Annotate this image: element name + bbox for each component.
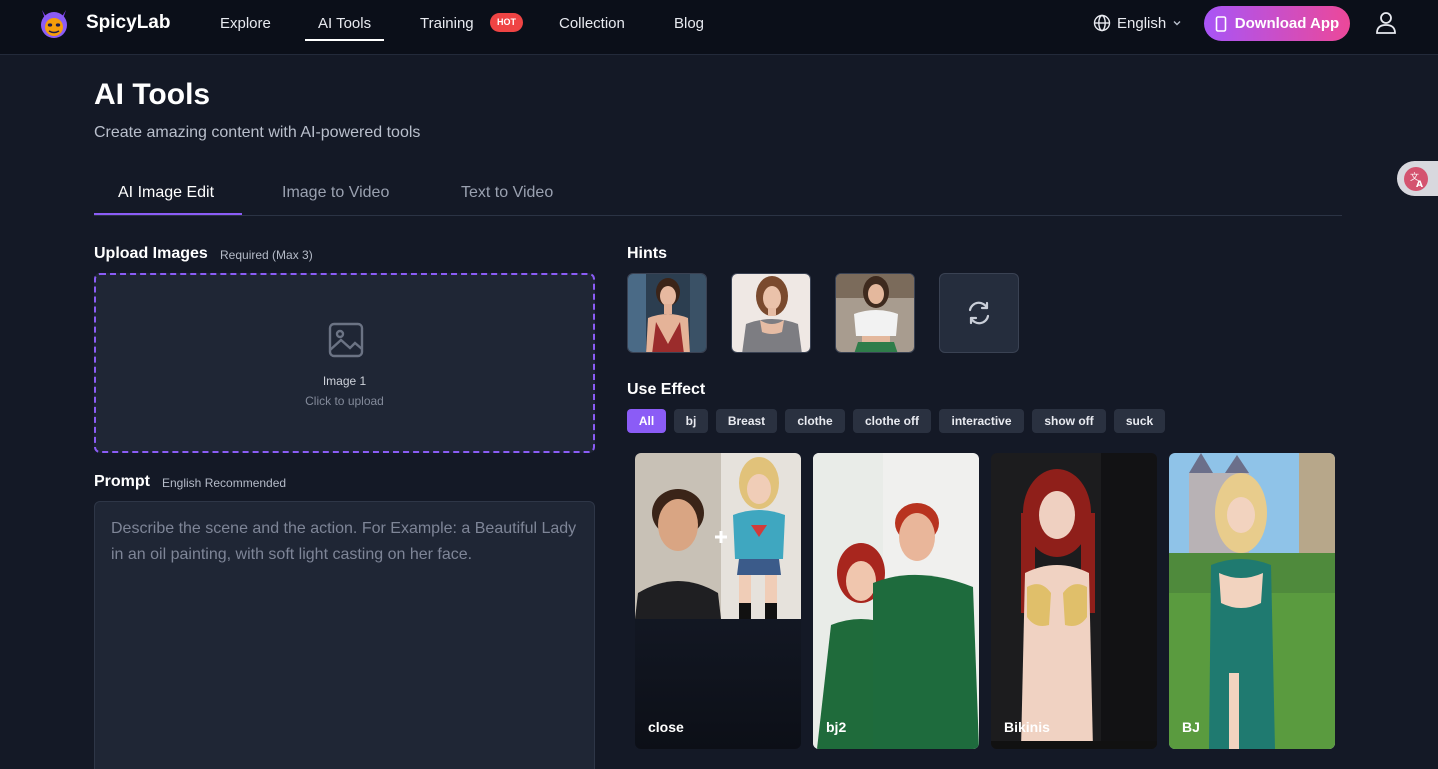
tabs-divider <box>94 215 1342 216</box>
tab-image-to-video[interactable]: Image to Video <box>282 184 389 202</box>
upload-slot-hint: Click to upload <box>305 394 384 408</box>
effect-card-bj[interactable]: BJ <box>1169 453 1335 749</box>
hint-image-1 <box>628 274 706 352</box>
filter-chip-suck[interactable]: suck <box>1114 409 1165 433</box>
translate-icon: 文 A <box>1404 166 1428 191</box>
refresh-hints-button[interactable] <box>939 273 1019 353</box>
download-app-label: Download App <box>1234 15 1340 32</box>
image-upload-dropzone[interactable]: Image 1 Click to upload <box>94 273 595 453</box>
nav-training[interactable]: Training <box>420 15 474 32</box>
effect-card-bj2[interactable]: bj2 <box>813 453 979 749</box>
devil-logo-icon[interactable] <box>37 6 71 40</box>
effect-card-bikinis-image <box>991 453 1157 749</box>
hot-badge: HOT <box>490 13 523 32</box>
nav-ai-tools[interactable]: AI Tools <box>318 15 371 32</box>
filter-chip-clothe[interactable]: clothe <box>785 409 845 433</box>
effect-card-bikinis[interactable]: Bikinis <box>991 453 1157 749</box>
effect-card-bj-image <box>1169 453 1335 749</box>
filter-chip-show-off[interactable]: show off <box>1032 409 1106 433</box>
effect-card-title: BJ <box>1182 719 1200 735</box>
effect-card-title: close <box>648 719 684 735</box>
tab-text-to-video[interactable]: Text to Video <box>461 184 553 202</box>
chevron-down-icon <box>1173 21 1181 26</box>
prompt-language-note: English Recommended <box>162 476 287 490</box>
effect-card-title: Bikinis <box>1004 719 1050 735</box>
prompt-section-title: Prompt <box>94 473 150 490</box>
hint-thumbnail-1[interactable] <box>627 273 707 353</box>
hint-thumbnail-2[interactable] <box>731 273 811 353</box>
page-title: AI Tools <box>94 78 211 111</box>
effects-section-title: Use Effect <box>627 381 706 398</box>
upload-required-note: Required (Max 3) <box>220 248 313 262</box>
nav-blog[interactable]: Blog <box>674 15 704 32</box>
hint-image-3 <box>836 274 914 352</box>
language-label: English <box>1117 14 1167 32</box>
effect-card-close-image <box>635 453 801 749</box>
phone-icon <box>1215 15 1227 32</box>
download-app-button[interactable]: Download App <box>1204 6 1350 41</box>
hints-section-title: Hints <box>627 245 667 262</box>
translate-floating-button[interactable]: 文 A <box>1397 161 1438 196</box>
hint-image-2 <box>732 274 810 352</box>
brand-name[interactable]: SpicyLab <box>86 12 170 34</box>
language-selector[interactable]: English <box>1093 13 1182 33</box>
nav-active-indicator <box>305 39 384 41</box>
tab-ai-image-edit[interactable]: AI Image Edit <box>118 184 214 202</box>
effect-card-bj2-image <box>813 453 979 749</box>
filter-chip-bj[interactable]: bj <box>674 409 708 433</box>
tab-active-indicator <box>94 213 242 215</box>
nav-explore[interactable]: Explore <box>220 15 271 32</box>
refresh-icon <box>968 301 990 325</box>
filter-chip-all[interactable]: All <box>627 409 666 433</box>
filter-chip-clothe-off[interactable]: clothe off <box>853 409 931 433</box>
upload-slot-label: Image 1 <box>322 374 367 388</box>
top-navigation-bar: SpicyLab Explore AI Tools Training HOT C… <box>0 0 1438 55</box>
prompt-input[interactable] <box>94 501 595 769</box>
globe-icon <box>1093 14 1111 32</box>
nav-collection[interactable]: Collection <box>559 15 625 32</box>
page-subtitle: Create amazing content with AI-powered t… <box>94 124 421 141</box>
hint-thumbnail-3[interactable] <box>835 273 915 353</box>
effect-card-close[interactable]: close <box>635 453 801 749</box>
svg-text:A: A <box>1416 180 1423 190</box>
filter-chip-interactive[interactable]: interactive <box>939 409 1024 433</box>
effect-card-title: bj2 <box>826 719 847 735</box>
upload-section-title: Upload Images <box>94 245 208 262</box>
image-placeholder-icon <box>328 322 364 358</box>
filter-chip-breast[interactable]: Breast <box>716 409 777 433</box>
user-icon[interactable] <box>1375 11 1397 35</box>
